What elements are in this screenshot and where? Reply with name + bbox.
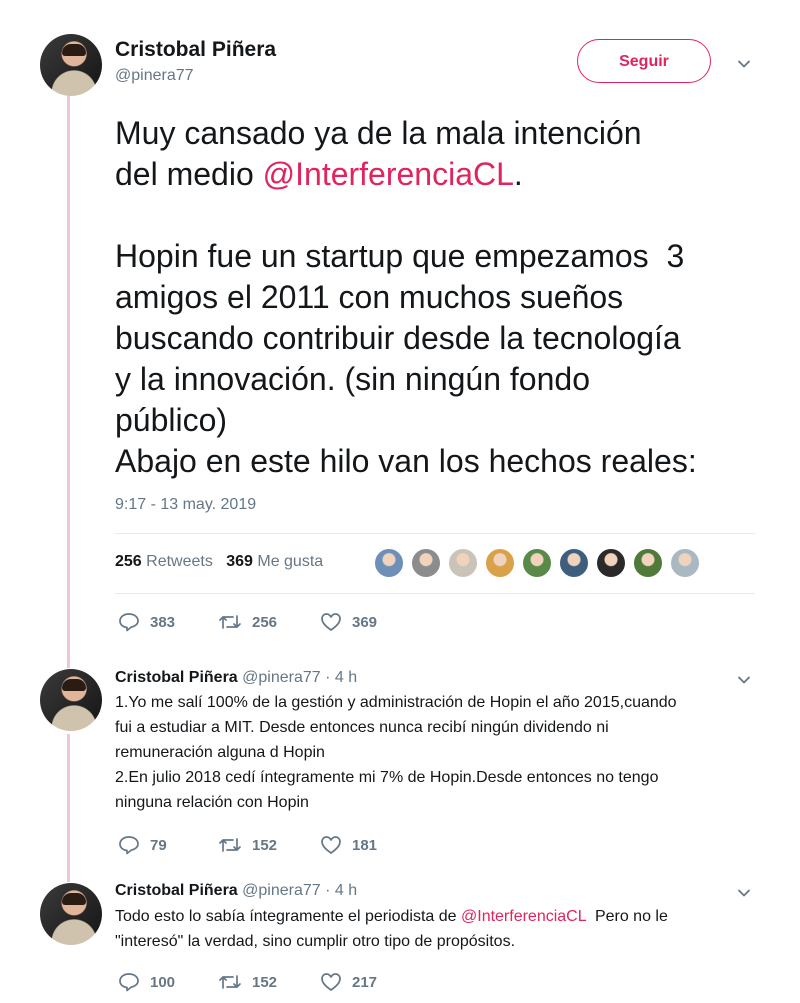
retweet-label[interactable]: Retweets [146,553,213,570]
liker-avatar[interactable] [595,547,627,579]
like-button[interactable]: 369 [320,612,377,632]
chevron-down-icon[interactable] [737,886,751,900]
liker-avatar[interactable] [632,547,664,579]
engagement-stats: 256 Retweets 369 Me gusta [115,553,323,571]
follow-button[interactable]: Seguir [577,39,711,83]
mention-link[interactable]: @InterferenciaCL [461,908,586,925]
reply-text-line: "interesó" la verdad, sino cumplir otro … [115,933,516,950]
like-button[interactable]: 217 [320,972,377,992]
time-ago[interactable]: · 4 h [325,882,357,899]
reply-text-line: fui a estudiar a MIT. Desde entonces nun… [115,719,609,736]
reply-icon [118,612,140,632]
like-count[interactable]: 369 [226,553,253,570]
reply-text: Todo esto lo sabía íntegramente el perio… [115,904,775,954]
mention-link[interactable]: @InterferenciaCL [263,156,514,192]
author-handle[interactable]: @pinera77 [242,669,321,686]
like-label[interactable]: Me gusta [257,553,323,570]
retweet-button[interactable]: 256 [218,612,277,632]
liker-avatar[interactable] [558,547,590,579]
reply-text-line: remuneración alguna d Hopin [115,744,325,761]
tweet-text-line: Muy cansado ya de la mala intención [115,115,642,151]
like-count: 217 [352,973,378,991]
author-name[interactable]: Cristobal Piñera [115,38,276,62]
like-count: 369 [352,613,378,631]
retweet-count: 152 [252,836,278,854]
tweet-text-line: del medio [115,156,263,192]
retweet-button[interactable]: 152 [218,972,277,992]
author-name[interactable]: Cristobal Piñera [115,882,238,899]
reply-button[interactable]: 79 [118,835,167,855]
reply-count: 383 [150,613,176,631]
reply-text-line: 2.En julio 2018 cedí íntegramente mi 7% … [115,769,659,786]
tweet-text: Muy cansado ya de la mala intención del … [115,113,785,482]
retweet-count: 152 [252,973,278,991]
heart-icon [320,612,342,632]
reply-icon [118,972,140,992]
reply-text-line: Todo esto lo sabía íntegramente el perio… [115,904,775,929]
retweet-icon [218,612,242,632]
divider [115,593,755,594]
chevron-down-icon[interactable] [737,57,751,71]
liker-avatar[interactable] [669,547,701,579]
tweet-text-paragraph: Hopin fue un startup que empezamos 3 ami… [115,238,697,479]
like-button[interactable]: 181 [320,835,377,855]
liker-avatar[interactable] [484,547,516,579]
reply-text-segment: Pero no le [586,908,668,925]
tweet-timestamp[interactable]: 9:17 - 13 may. 2019 [115,496,256,514]
liker-avatar[interactable] [410,547,442,579]
like-count: 181 [352,836,378,854]
retweet-count[interactable]: 256 [115,553,142,570]
chevron-down-icon[interactable] [737,673,751,687]
heart-icon [320,972,342,992]
reply-button[interactable]: 100 [118,972,175,992]
heart-icon [320,835,342,855]
liker-avatar[interactable] [447,547,479,579]
reply-button[interactable]: 383 [118,612,175,632]
reply-count: 79 [150,836,167,854]
thread-line [67,734,70,882]
reply-header: Cristobal Piñera @pinera77 · 4 h [115,882,357,900]
reply-header: Cristobal Piñera @pinera77 · 4 h [115,669,357,687]
time-ago[interactable]: · 4 h [325,669,357,686]
divider [115,533,755,534]
retweet-icon [218,835,242,855]
avatar[interactable] [40,34,102,96]
reply-icon [118,835,140,855]
reply-text-segment: Todo esto lo sabía íntegramente el perio… [115,908,461,925]
liker-avatar[interactable] [373,547,405,579]
reply-count: 100 [150,973,176,991]
reply-text: 1.Yo me salí 100% de la gestión y admini… [115,690,775,815]
thread-line [67,96,70,668]
avatar[interactable] [40,883,102,945]
author-name[interactable]: Cristobal Piñera [115,669,238,686]
author-handle[interactable]: @pinera77 [115,67,194,85]
retweet-button[interactable]: 152 [218,835,277,855]
author-handle[interactable]: @pinera77 [242,882,321,899]
reply-text-line: ninguna relación con Hopin [115,794,309,811]
retweet-icon [218,972,242,992]
liker-avatar[interactable] [521,547,553,579]
retweet-count: 256 [252,613,278,631]
reply-text-line: 1.Yo me salí 100% de la gestión y admini… [115,694,677,711]
tweet-text-line: . [513,156,523,192]
avatar[interactable] [40,669,102,731]
